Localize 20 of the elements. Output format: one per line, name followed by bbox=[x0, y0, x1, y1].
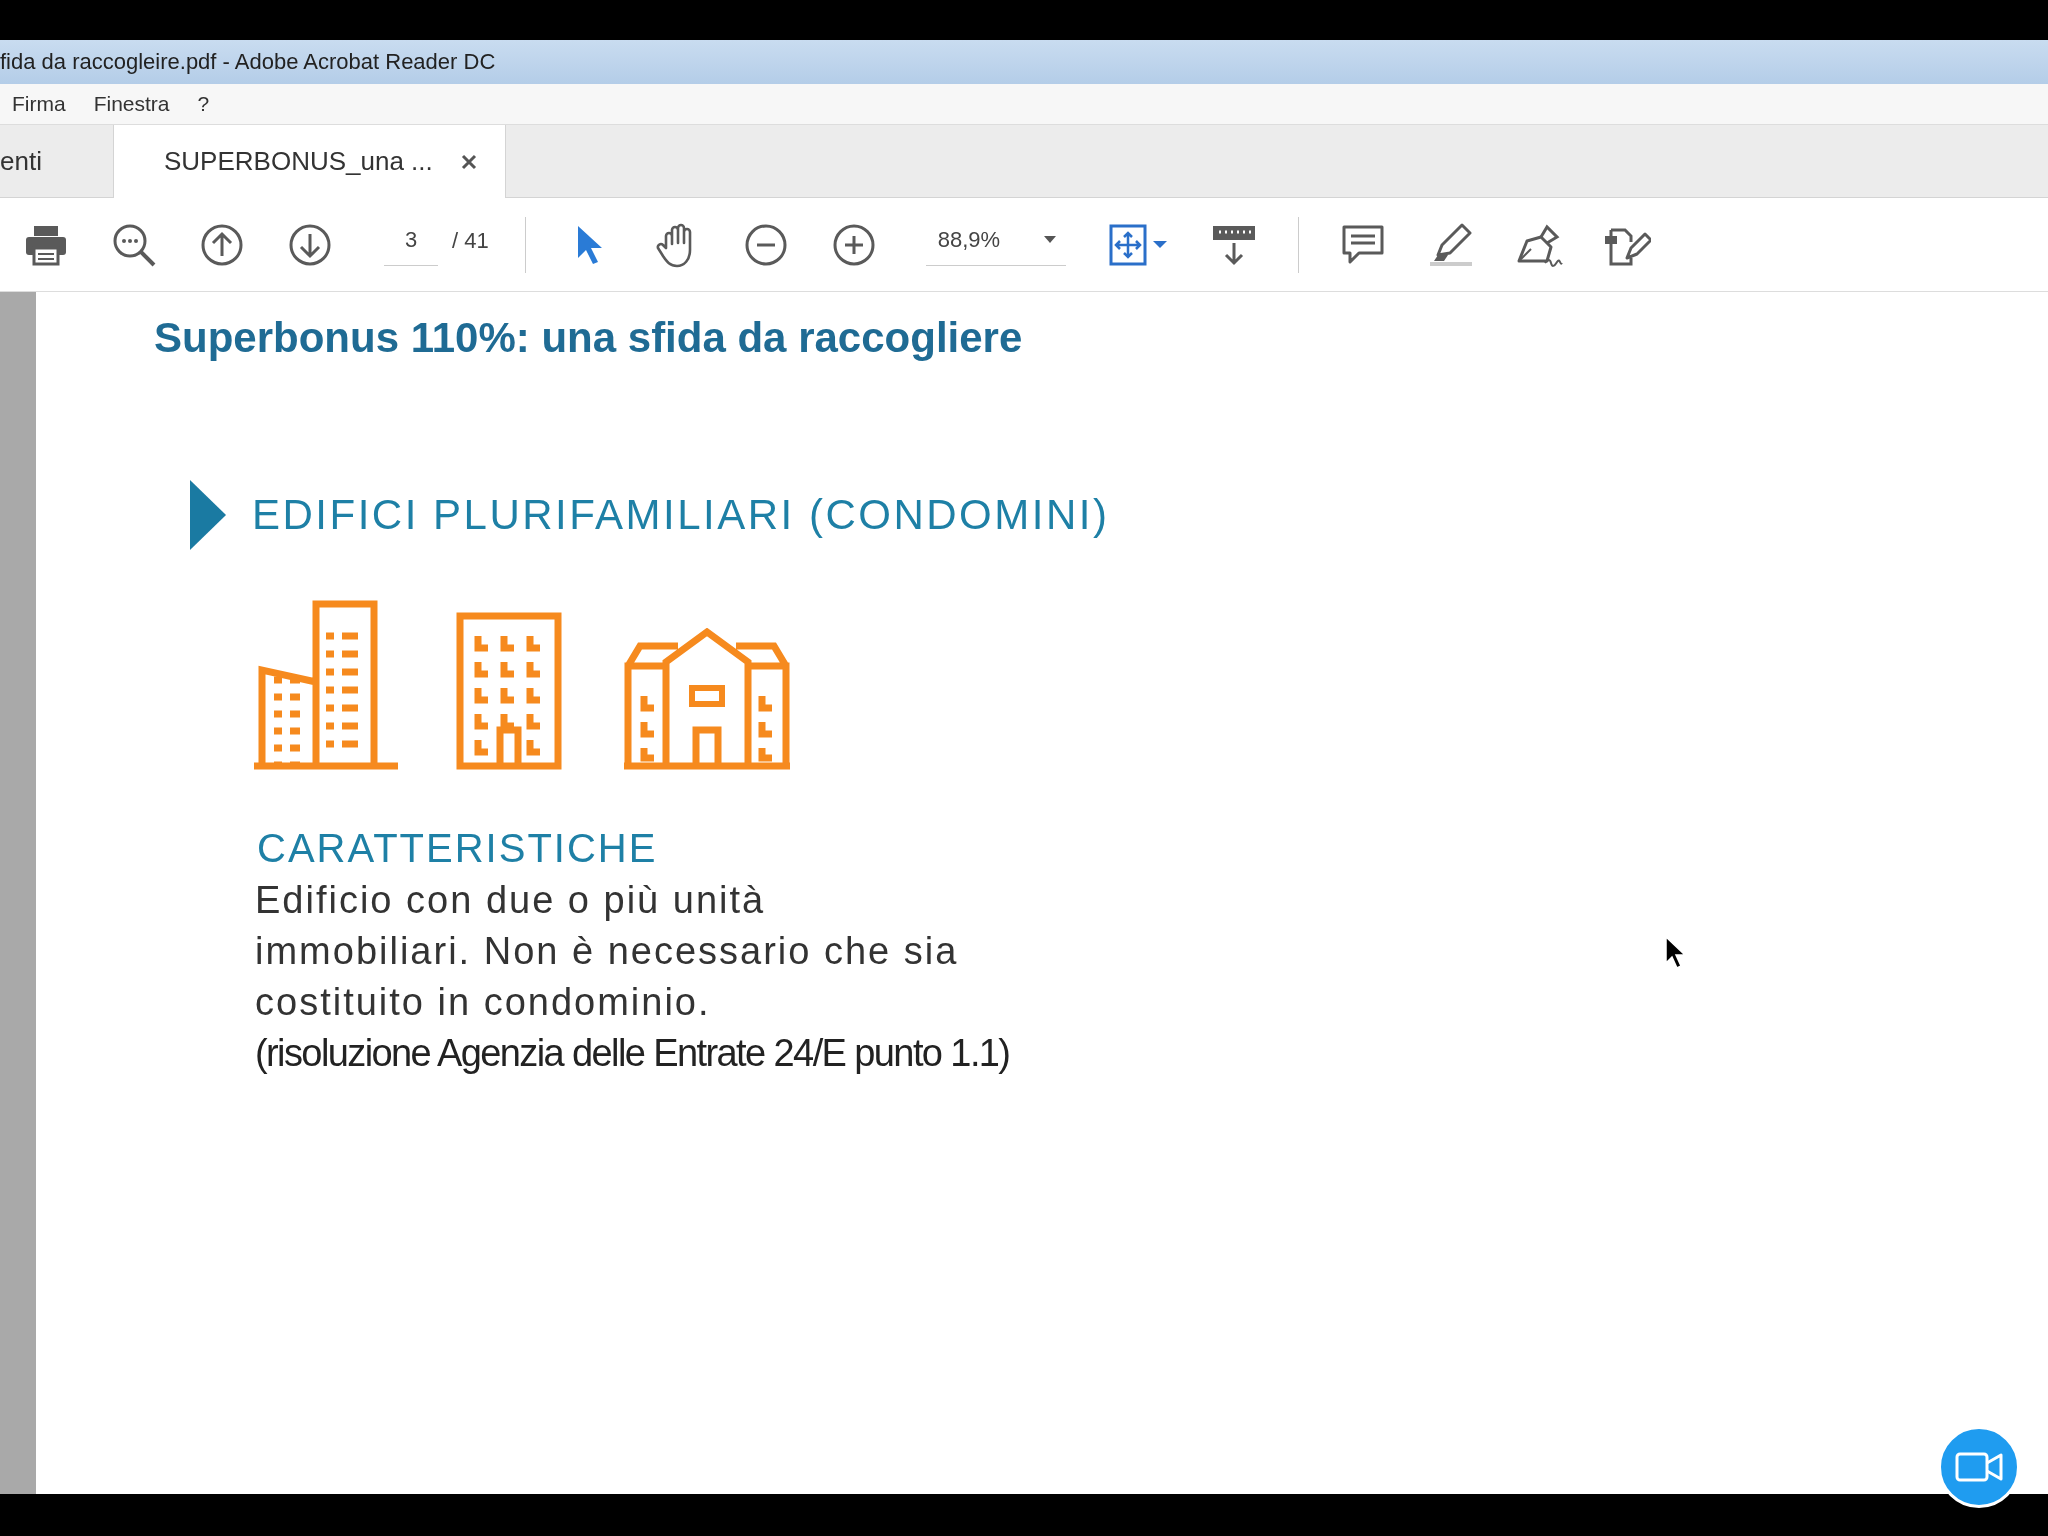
apartment-building-icon bbox=[456, 612, 562, 770]
zoom-dropdown[interactable]: 88,9% bbox=[925, 223, 1066, 266]
menu-item[interactable]: ? bbox=[197, 92, 210, 116]
window-title: fida da raccogleire.pdf - Adobe Acrobat Reader DC bbox=[0, 49, 496, 75]
caret-icon bbox=[1043, 236, 1056, 244]
menu-item[interactable]: Firma bbox=[12, 92, 66, 116]
menu-item[interactable]: Finestra bbox=[93, 92, 170, 116]
video-camera-icon bbox=[1955, 1452, 2003, 1482]
caret-icon bbox=[1152, 240, 1167, 249]
document-title: Superbonus 110%: una sfida da raccogliere bbox=[154, 314, 1024, 362]
subheading: CARATTERISTICHE bbox=[257, 826, 659, 871]
tab-label: enti bbox=[0, 145, 42, 177]
tab[interactable]: SUPERBONUS_una ... bbox=[114, 125, 506, 198]
tab-label: SUPERBONUS_una ... bbox=[164, 146, 433, 177]
citation-text: (risoluzione Agenzia delle Entrate 24/E punto 1.1) bbox=[255, 1031, 1011, 1076]
body-text: Edificio con due o più unità immobiliari. Non è necessario che sia costituito in condominio. bbox=[255, 878, 960, 1025]
section-heading: EDIFICI PLURIFAMILIARI (CONDOMINI) bbox=[252, 491, 1110, 539]
office-buildings-icon bbox=[254, 600, 398, 770]
triangle-icon bbox=[190, 480, 226, 550]
page-total: / 41 bbox=[452, 227, 489, 255]
